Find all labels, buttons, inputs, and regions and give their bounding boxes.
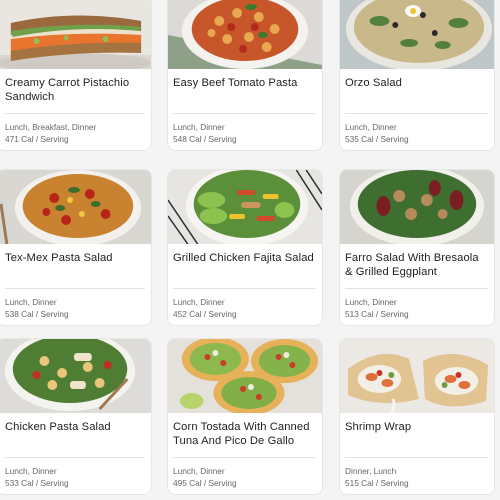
calories-per-serving: 535 Cal / Serving [345, 134, 409, 144]
tostada-photo-icon[interactable] [168, 339, 322, 413]
meal-types: Lunch, Dinner [173, 297, 225, 307]
recipe-title[interactable]: Orzo Salad [345, 77, 488, 91]
recipe-meta: Dinner, Lunch 515 Cal / Serving [345, 465, 488, 489]
recipe-title[interactable]: Tex-Mex Pasta Salad [5, 252, 145, 266]
meal-types: Lunch, Dinner [345, 122, 397, 132]
recipe-title[interactable]: Farro Salad With Bresaola & Grilled Eggp… [345, 252, 488, 279]
card-divider [5, 113, 145, 114]
recipe-meta: Lunch, Dinner 495 Cal / Serving [173, 465, 316, 489]
orzo-salad-photo-icon[interactable] [340, 0, 494, 69]
recipe-card[interactable]: Easy Beef Tomato Pasta Lunch, Dinner 548… [167, 0, 323, 151]
recipe-card[interactable]: Farro Salad With Bresaola & Grilled Eggp… [339, 169, 495, 326]
wrap-photo-icon[interactable] [340, 339, 494, 413]
recipe-card[interactable]: Tex-Mex Pasta Salad Lunch, Dinner 538 Ca… [0, 169, 152, 326]
farro-salad-photo-icon[interactable] [340, 170, 494, 244]
calories-per-serving: 515 Cal / Serving [345, 478, 409, 488]
calories-per-serving: 495 Cal / Serving [173, 478, 237, 488]
recipe-meta: Lunch, Dinner 548 Cal / Serving [173, 121, 316, 145]
pasta-salad-photo-icon[interactable] [0, 170, 151, 244]
sandwich-photo-icon[interactable] [0, 0, 151, 69]
card-divider [5, 288, 145, 289]
recipe-meta: Lunch, Dinner 535 Cal / Serving [345, 121, 488, 145]
recipe-grid: Creamy Carrot Pistachio Sandwich Lunch, … [0, 0, 500, 500]
card-divider [5, 457, 145, 458]
meal-types: Lunch, Dinner [173, 466, 225, 476]
recipe-title[interactable]: Corn Tostada With Canned Tuna And Pico D… [173, 421, 316, 448]
meal-types: Lunch, Dinner [5, 466, 57, 476]
recipe-meta: Lunch, Dinner 533 Cal / Serving [5, 465, 145, 489]
meal-types: Dinner, Lunch [345, 466, 397, 476]
meal-types: Lunch, Breakfast, Dinner [5, 122, 97, 132]
recipe-meta: Lunch, Dinner 513 Cal / Serving [345, 296, 488, 320]
recipe-title[interactable]: Creamy Carrot Pistachio Sandwich [5, 77, 145, 104]
recipe-title[interactable]: Easy Beef Tomato Pasta [173, 77, 316, 91]
calories-per-serving: 533 Cal / Serving [5, 478, 69, 488]
recipe-card[interactable]: Corn Tostada With Canned Tuna And Pico D… [167, 338, 323, 495]
meal-types: Lunch, Dinner [173, 122, 225, 132]
card-divider [173, 457, 316, 458]
recipe-card[interactable]: Orzo Salad Lunch, Dinner 535 Cal / Servi… [339, 0, 495, 151]
card-divider [173, 113, 316, 114]
card-divider [345, 113, 488, 114]
fajita-salad-photo-icon[interactable] [168, 170, 322, 244]
card-divider [173, 288, 316, 289]
recipe-meta: Lunch, Breakfast, Dinner 471 Cal / Servi… [5, 121, 145, 145]
recipe-card[interactable]: Chicken Pasta Salad Lunch, Dinner 533 Ca… [0, 338, 152, 495]
recipe-title[interactable]: Shrimp Wrap [345, 421, 488, 435]
calories-per-serving: 513 Cal / Serving [345, 309, 409, 319]
meal-types: Lunch, Dinner [5, 297, 57, 307]
calories-per-serving: 452 Cal / Serving [173, 309, 237, 319]
recipe-title[interactable]: Chicken Pasta Salad [5, 421, 145, 435]
recipe-card[interactable]: Grilled Chicken Fajita Salad Lunch, Dinn… [167, 169, 323, 326]
recipe-card[interactable]: Creamy Carrot Pistachio Sandwich Lunch, … [0, 0, 152, 151]
recipe-card[interactable]: Shrimp Wrap Dinner, Lunch 515 Cal / Serv… [339, 338, 495, 495]
card-divider [345, 457, 488, 458]
pasta-photo-icon[interactable] [168, 0, 322, 69]
card-divider [345, 288, 488, 289]
recipe-title[interactable]: Grilled Chicken Fajita Salad [173, 252, 316, 266]
calories-per-serving: 471 Cal / Serving [5, 134, 69, 144]
chicken-pasta-photo-icon[interactable] [0, 339, 151, 413]
recipe-meta: Lunch, Dinner 452 Cal / Serving [173, 296, 316, 320]
calories-per-serving: 538 Cal / Serving [5, 309, 69, 319]
recipe-meta: Lunch, Dinner 538 Cal / Serving [5, 296, 145, 320]
meal-types: Lunch, Dinner [345, 297, 397, 307]
calories-per-serving: 548 Cal / Serving [173, 134, 237, 144]
